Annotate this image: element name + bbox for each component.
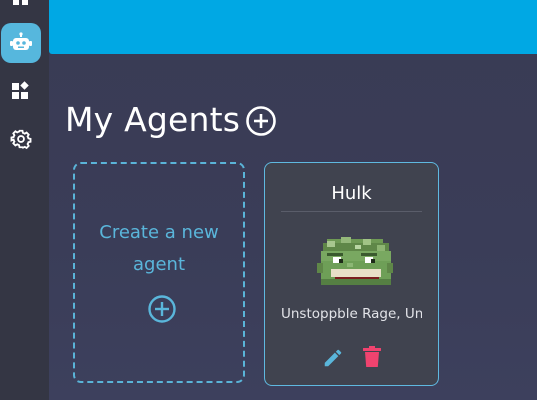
trash-icon[interactable]	[362, 346, 382, 368]
page-title: My Agents	[65, 100, 241, 139]
create-agent-label-line1: Create a new	[99, 222, 219, 243]
agent-name: Hulk	[331, 183, 372, 204]
pencil-icon[interactable]	[322, 347, 344, 369]
sidebar-item-settings[interactable]	[1, 119, 41, 159]
robot-icon	[10, 32, 32, 50]
pixel-hulk-avatar	[317, 235, 393, 287]
agent-description: Unstoppble Rage, Unbreakable Will	[281, 306, 422, 322]
sidebar	[0, 0, 49, 400]
gear-icon	[10, 129, 32, 150]
create-agent-card[interactable]: Create a new agent	[73, 162, 245, 383]
plus-circle-icon[interactable]	[245, 105, 277, 137]
create-agent-label-line2: agent	[133, 254, 185, 275]
sidebar-item-agents[interactable]	[1, 23, 41, 63]
app-window: My Agents Create a new agent Hulk Unstop…	[0, 0, 537, 400]
sidebar-item-dashboard[interactable]	[1, 0, 41, 18]
widgets-icon	[12, 81, 29, 99]
agent-card[interactable]: Hulk Unstoppble Rage, Unb	[264, 162, 439, 386]
top-bar	[49, 0, 537, 54]
sidebar-item-widgets[interactable]	[1, 71, 41, 111]
plus-circle-icon	[148, 295, 176, 323]
divider	[281, 211, 422, 212]
grid-icon	[13, 0, 28, 5]
